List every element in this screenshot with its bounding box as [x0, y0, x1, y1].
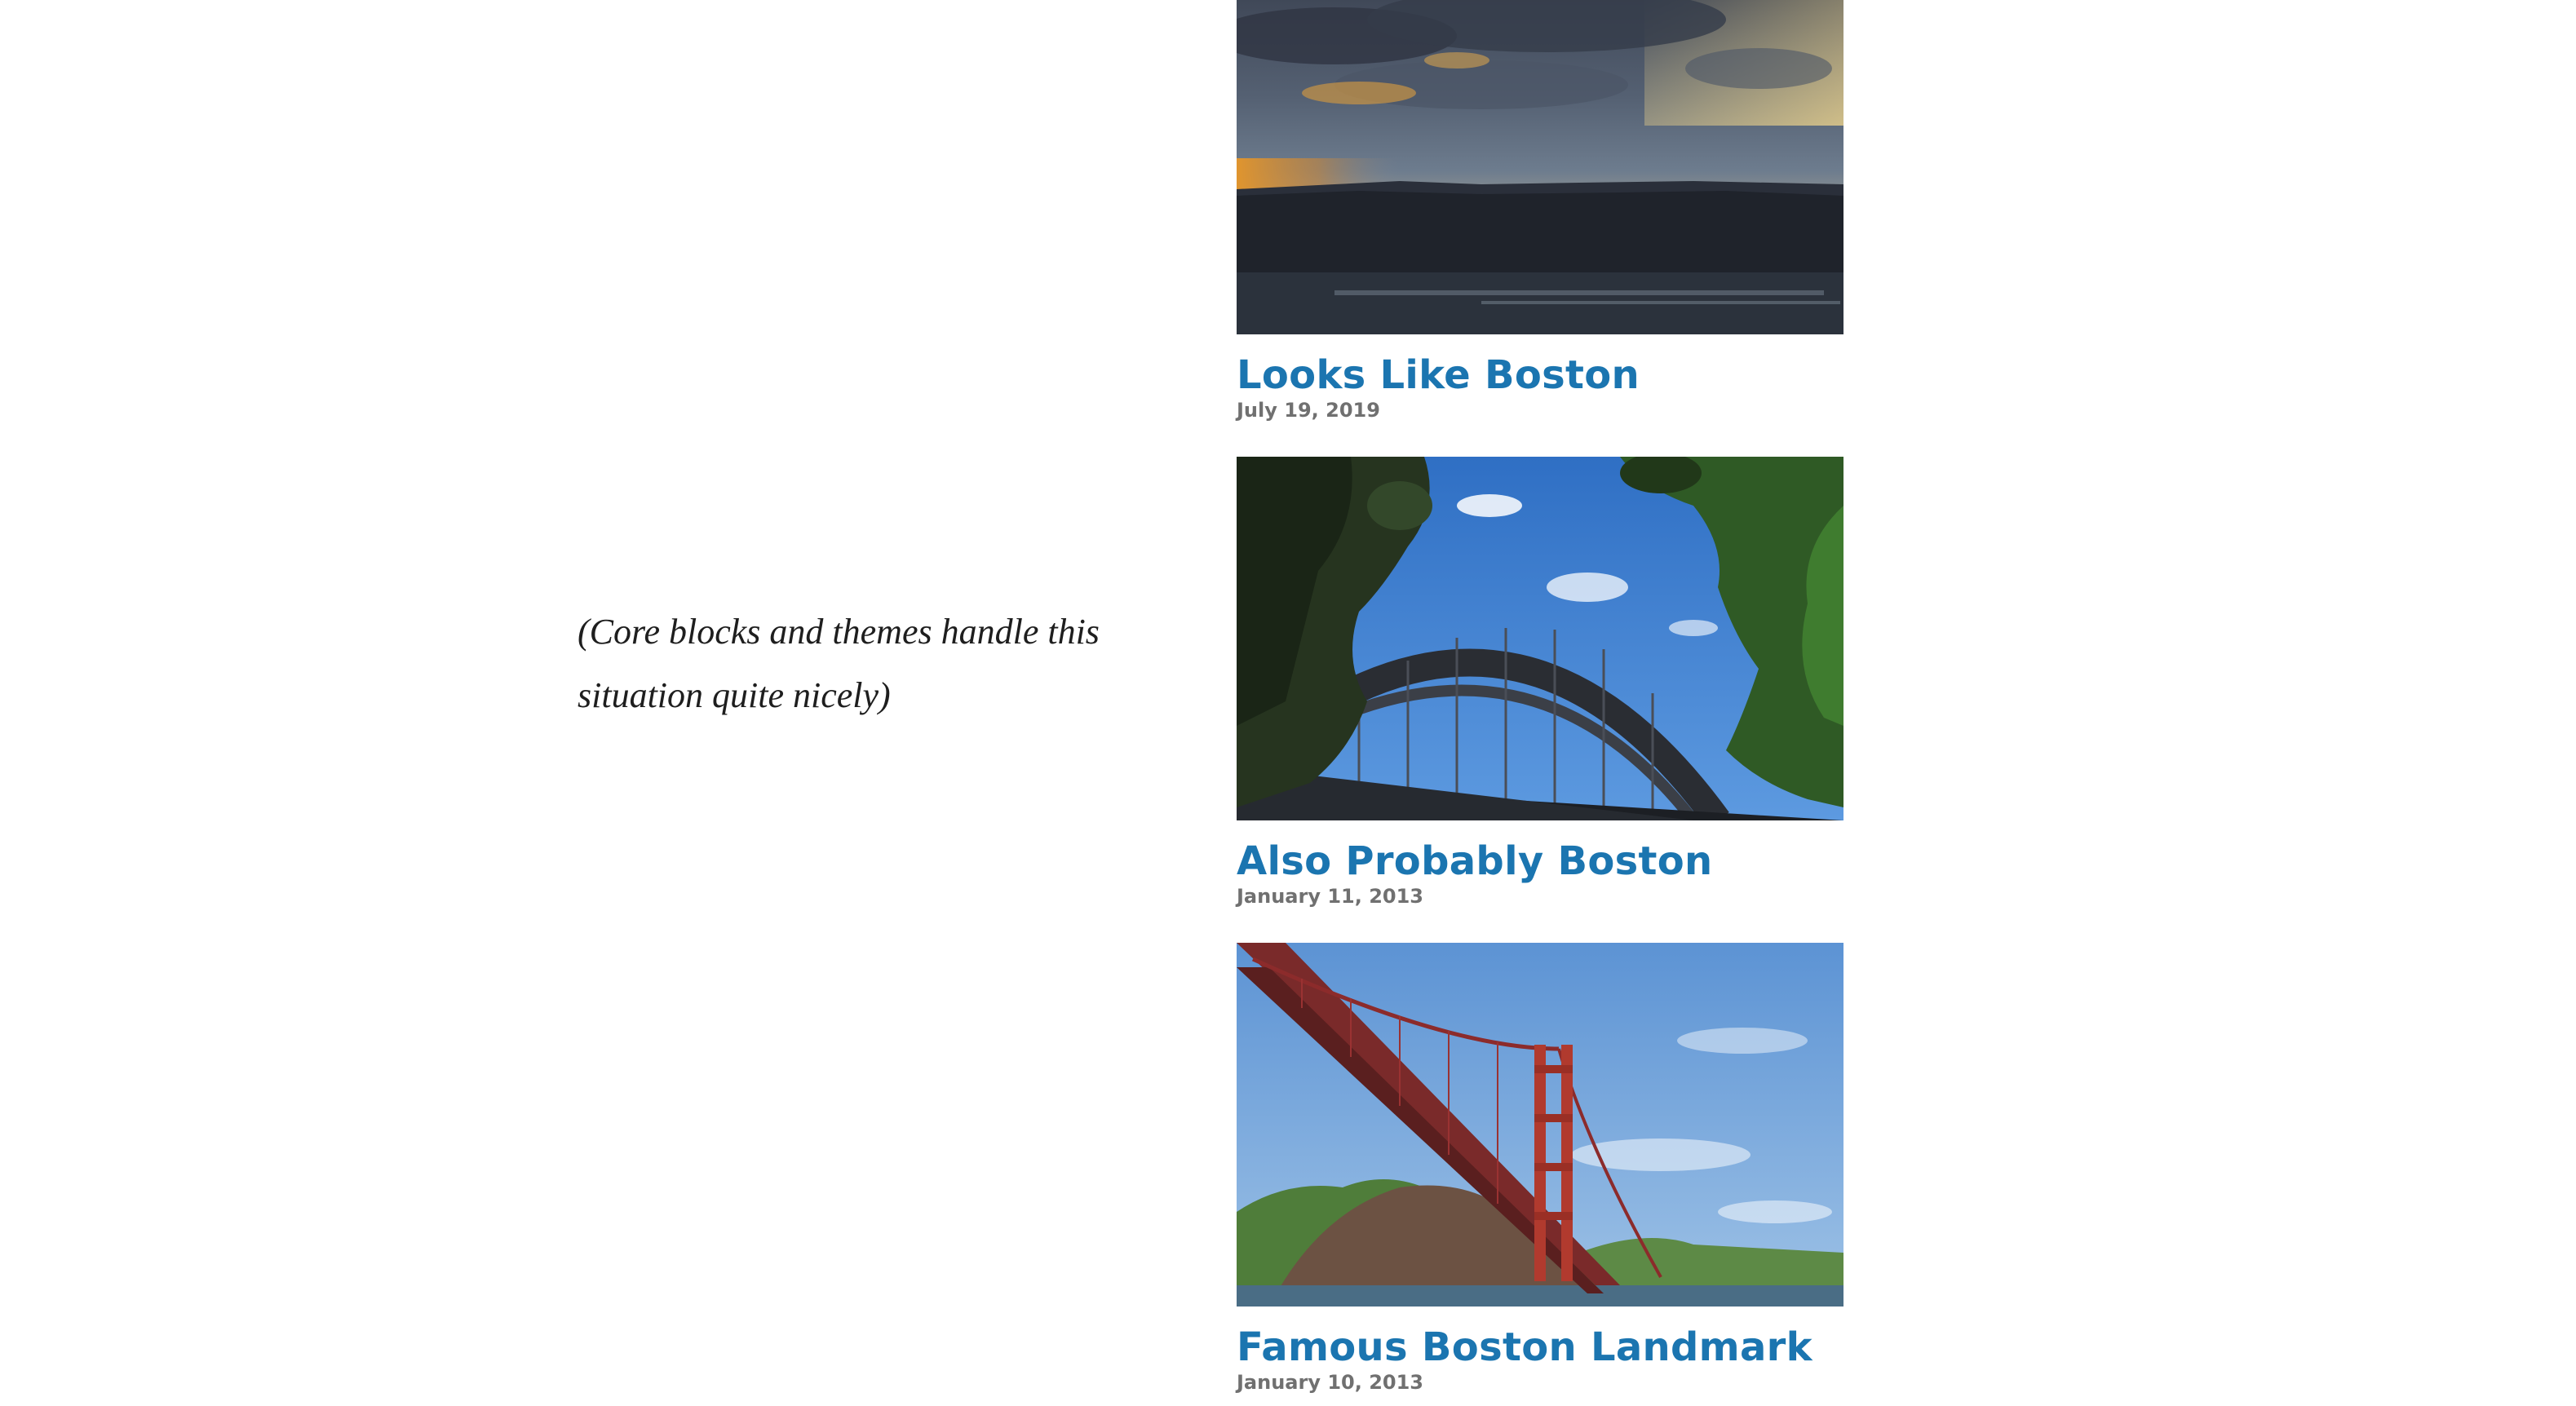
post-date: July 19, 2019	[1237, 399, 1380, 422]
post-date: January 10, 2013	[1237, 1371, 1423, 1394]
post-thumbnail-sunset[interactable]	[1237, 0, 1843, 334]
pullquote-caption: (Core blocks and themes handle this situ…	[578, 612, 1100, 715]
suspension-bridge-image	[1237, 943, 1843, 1307]
sunset-landscape-image	[1237, 0, 1843, 334]
post-title-link[interactable]: Looks Like Boston	[1237, 351, 1640, 400]
arch-bridge-image	[1237, 457, 1843, 820]
post-title-link[interactable]: Also Probably Boston	[1237, 837, 1712, 886]
post-title-link[interactable]: Famous Boston Landmark	[1237, 1323, 1812, 1372]
post-thumbnail-harbour-bridge[interactable]	[1237, 457, 1843, 820]
post-thumbnail-golden-gate[interactable]	[1237, 943, 1843, 1307]
post-date: January 11, 2013	[1237, 885, 1423, 908]
